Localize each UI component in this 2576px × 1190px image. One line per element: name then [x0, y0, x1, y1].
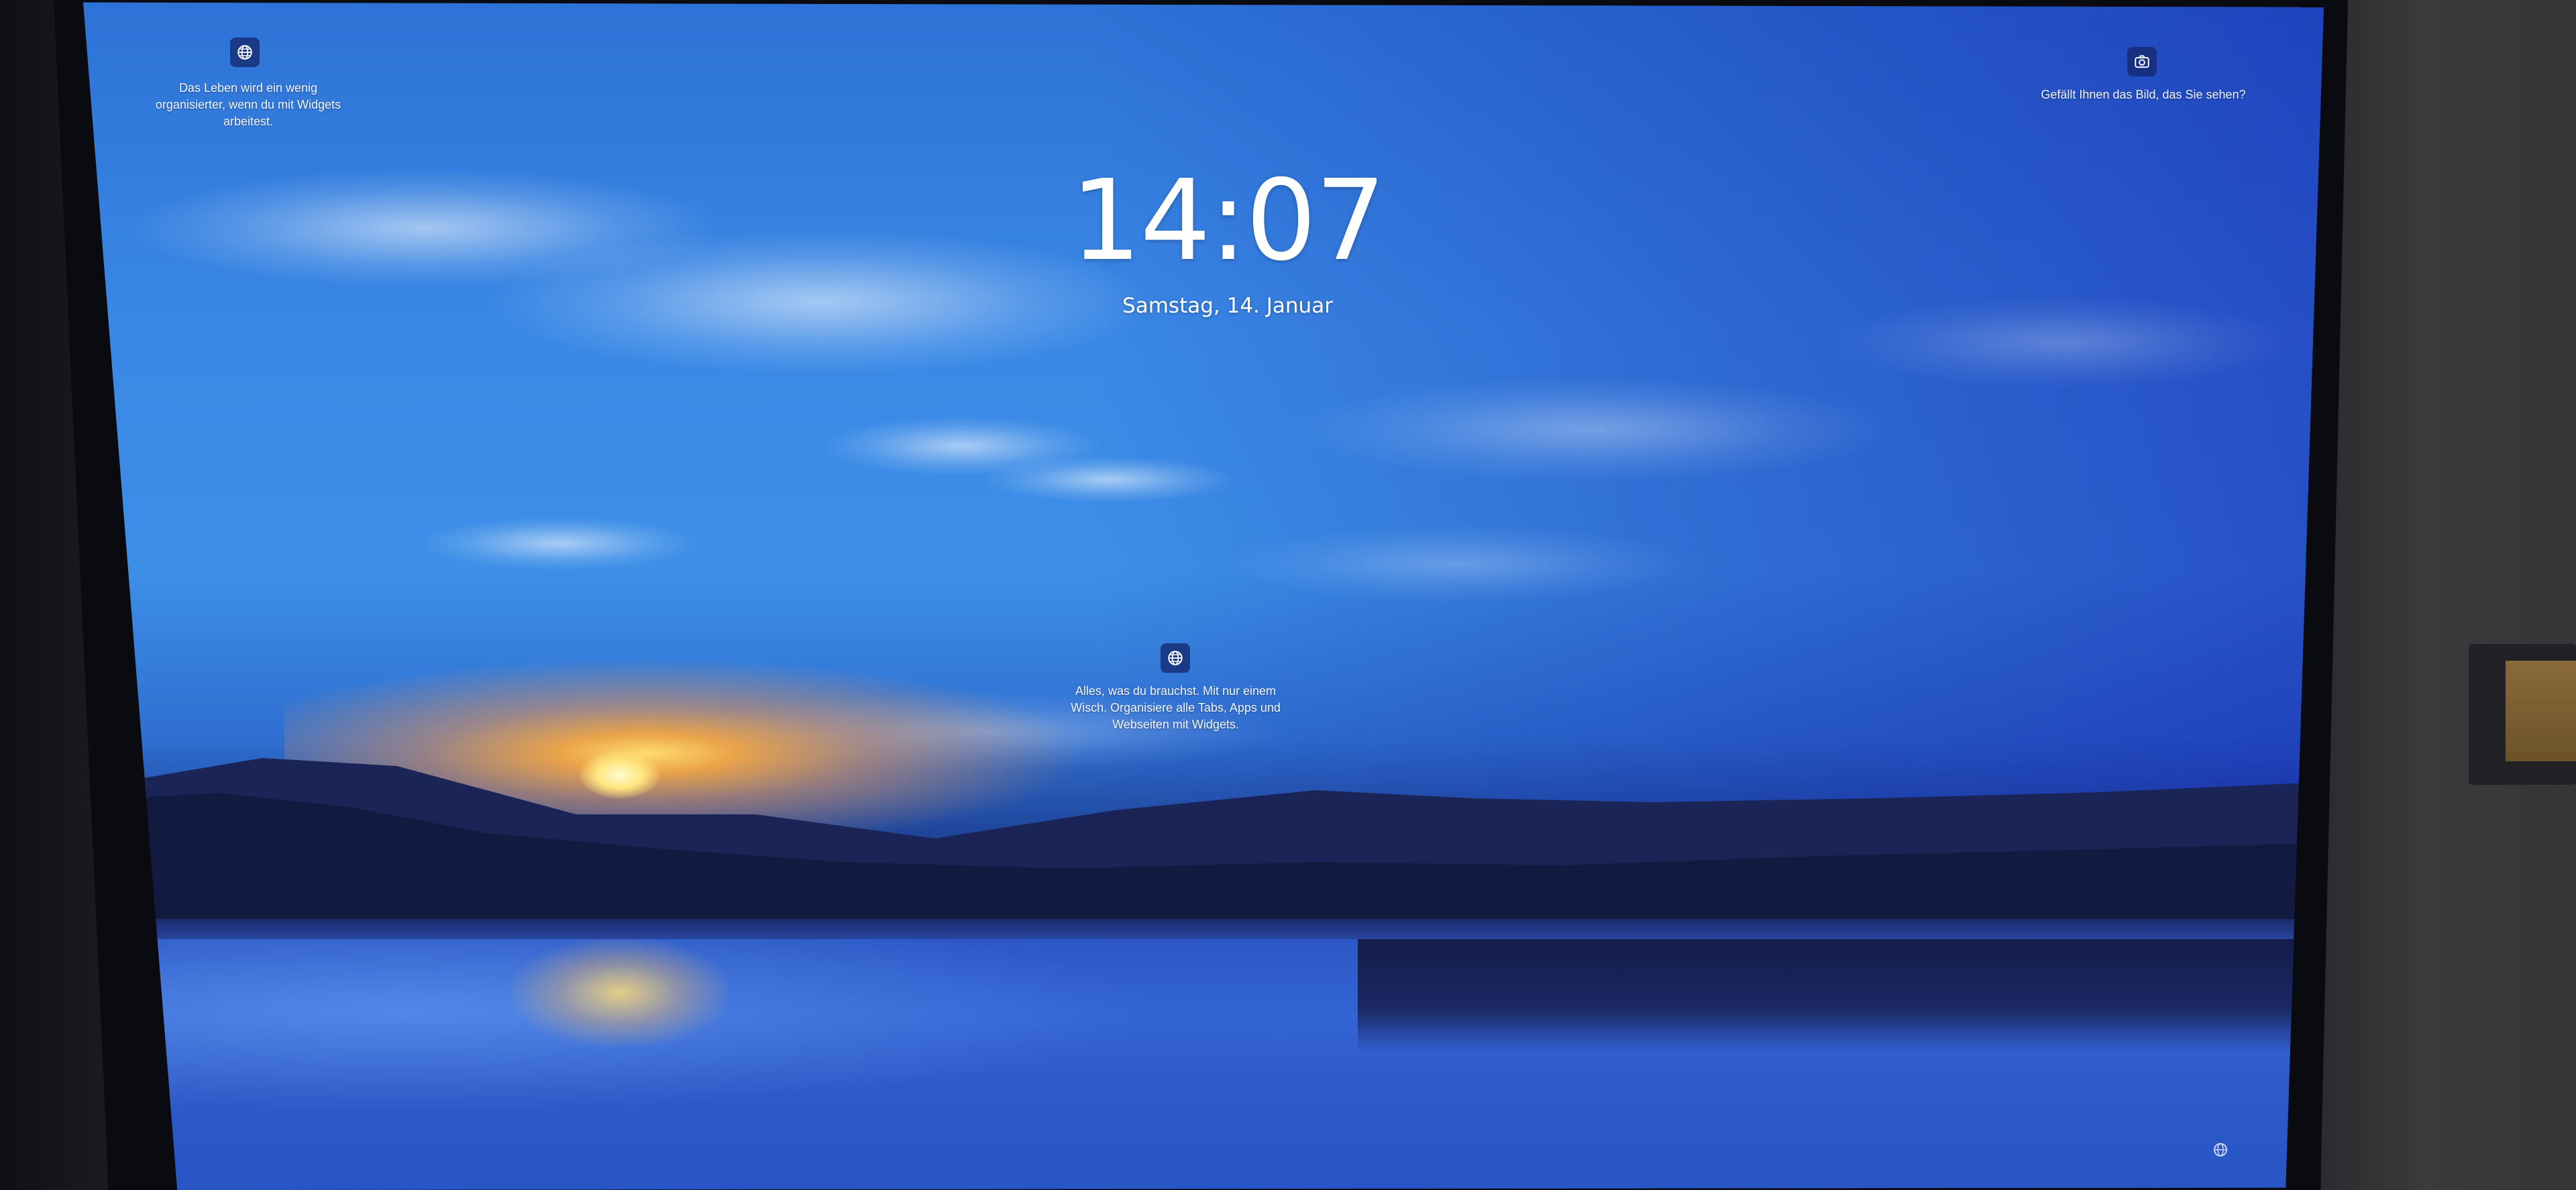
widget-tip-line: Wisch. Organisiere alle Tabs, Apps und: [1071, 701, 1281, 714]
widget-tip-text-topleft[interactable]: Das Leben wird ein wenig organisierter, …: [134, 80, 362, 130]
cloud: [982, 456, 1237, 503]
lock-screen-date: Samstag, 14. Januar: [1122, 294, 1333, 318]
network-icon[interactable]: [2212, 1142, 2229, 1158]
lake-reflection-sun: [513, 939, 727, 1046]
widget-tip-line: Alles, was du brauchst. Mit nur einem: [1075, 684, 1277, 698]
cloud: [1827, 295, 2297, 389]
picture-frame-image: [2506, 661, 2576, 761]
spotlight-icon-button[interactable]: [2127, 47, 2157, 76]
lake-reflection-hills: [1358, 939, 2324, 1053]
widget-tip-line: arbeitest.: [223, 115, 274, 128]
widget-tip-line: Das Leben wird ein wenig: [178, 81, 318, 95]
cloud: [1291, 376, 1894, 483]
cloud: [1224, 523, 1693, 604]
widget-tip-icon-topleft[interactable]: [230, 38, 260, 67]
spotlight-text[interactable]: Gefällt Ihnen das Bild, das Sie sehen?: [2012, 87, 2274, 103]
widget-tip-line: Webseiten mit Widgets.: [1112, 718, 1239, 731]
sun: [580, 751, 660, 798]
spotlight-line: Gefällt Ihnen das Bild, das Sie sehen?: [2041, 88, 2246, 101]
wall-right: [2321, 0, 2576, 1190]
lock-screen-clock: 14:07: [1070, 156, 1386, 286]
widget-tip-line: organisierter, wenn du mit Widgets: [155, 98, 341, 111]
cloud: [419, 517, 700, 570]
widget-tip-icon-center[interactable]: [1161, 643, 1190, 673]
widget-tip-text-center[interactable]: Alles, was du brauchst. Mit nur einem Wi…: [1046, 683, 1305, 733]
globe-icon: [237, 45, 252, 60]
camera-icon: [2135, 55, 2149, 68]
globe-icon: [1168, 651, 1183, 665]
